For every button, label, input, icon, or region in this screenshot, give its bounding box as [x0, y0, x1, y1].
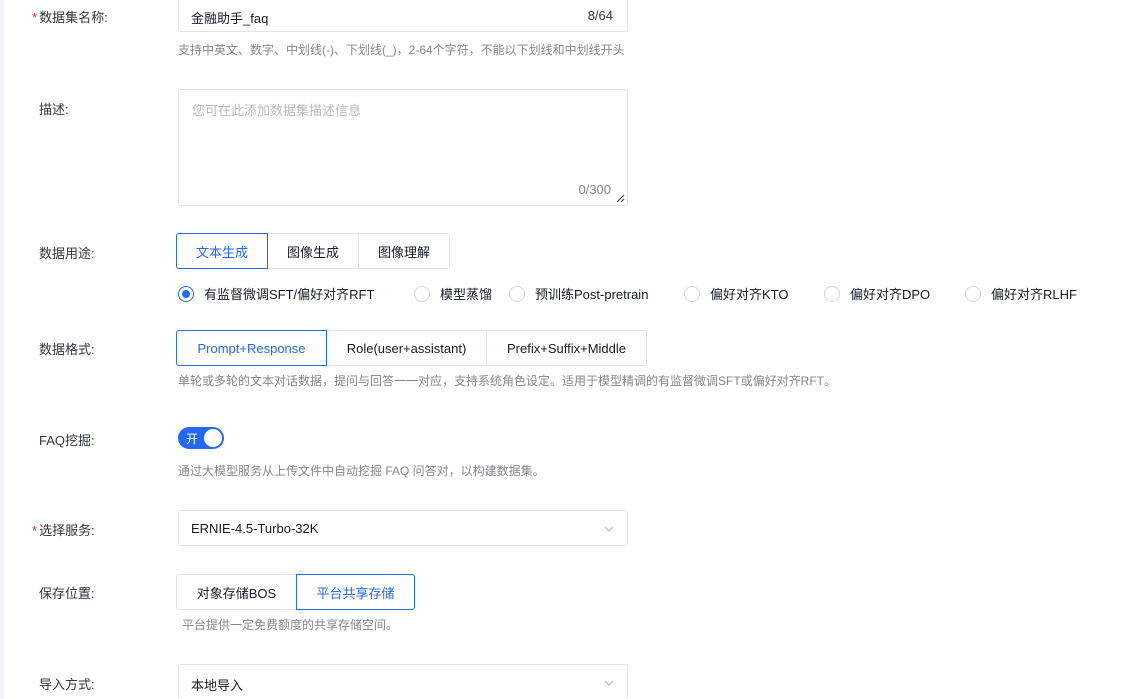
radio-label: 偏好对齐RLHF — [991, 287, 1077, 302]
description-label: 描述: — [39, 102, 69, 117]
format-label: 数据格式: — [39, 342, 95, 357]
dataset-name-char-count: 8/64 — [587, 8, 613, 23]
dataset-name-hint: 支持中英文、数字、中划线(-)、下划线(_)，2-64个字符，不能以下划线和中划… — [178, 43, 625, 57]
usage-label: 数据用途: — [39, 246, 95, 261]
dataset-name-label-text: 数据集名称: — [39, 10, 108, 25]
format-tabs: Prompt+Response Role(user+assistant) Pre… — [176, 330, 647, 366]
radio-sft-rft[interactable]: 有监督微调SFT/偏好对齐RFT — [178, 284, 414, 303]
radio-circle-checked — [178, 285, 194, 302]
usage-radio-group: 有监督微调SFT/偏好对齐RFT 模型蒸馏 预训练Post-pretrain 偏… — [178, 284, 1077, 303]
faq-switch-text: 开 — [186, 432, 199, 446]
usage-tabs: 文本生成 图像生成 图像理解 — [176, 233, 450, 269]
radio-distillation[interactable]: 模型蒸馏 — [414, 284, 509, 303]
required-mark: * — [32, 10, 38, 25]
usage-tab-image-understanding[interactable]: 图像理解 — [358, 233, 450, 269]
radio-label: 预训练Post-pretrain — [535, 287, 649, 302]
storage-tab-platform-shared[interactable]: 平台共享存储 — [296, 574, 415, 610]
storage-tabs: 对象存储BOS 平台共享存储 — [176, 574, 415, 610]
dataset-name-input[interactable]: 金融助手_faq 8/64 — [178, 0, 628, 32]
format-tab-prefix-suffix-middle[interactable]: Prefix+Suffix+Middle — [486, 330, 647, 366]
chevron-down-icon — [604, 526, 614, 532]
radio-label: 偏好对齐DPO — [850, 287, 931, 302]
dataset-name-value: 金融助手_faq — [191, 11, 269, 26]
description-char-count: 0/300 — [578, 182, 611, 197]
import-method-select[interactable]: 本地导入 — [178, 664, 628, 699]
format-tab-prompt-response[interactable]: Prompt+Response — [176, 330, 327, 366]
radio-circle — [414, 285, 430, 302]
faq-label: FAQ挖掘: — [39, 433, 95, 448]
service-select[interactable]: ERNIE-4.5-Turbo-32K — [178, 510, 628, 546]
radio-rlhf[interactable]: 偏好对齐RLHF — [965, 284, 1077, 303]
radio-label: 模型蒸馏 — [440, 287, 493, 302]
import-label: 导入方式: — [39, 677, 95, 692]
format-hint: 单轮或多轮的文本对话数据，提问与回答一一对应，支持系统角色设定。适用于模型精调的… — [178, 374, 836, 388]
usage-tab-image-generation[interactable]: 图像生成 — [267, 233, 359, 269]
radio-circle — [824, 285, 840, 302]
service-label: * 选择服务: — [32, 520, 95, 539]
description-textarea[interactable]: 您可在此添加数据集描述信息 0/300 — [178, 89, 628, 206]
radio-circle — [965, 285, 981, 302]
radio-dpo[interactable]: 偏好对齐DPO — [824, 284, 965, 303]
faq-hint: 通过大模型服务从上传文件中自动挖掘 FAQ 问答对，以构建数据集。 — [178, 464, 545, 478]
storage-tab-bos[interactable]: 对象存储BOS — [176, 574, 297, 610]
storage-hint: 平台提供一定免费额度的共享存储空间。 — [182, 618, 399, 632]
import-selected-value: 本地导入 — [191, 678, 244, 693]
faq-switch[interactable]: 开 — [178, 427, 224, 449]
form-panel: * 数据集名称: 金融助手_faq 8/64 支持中英文、数字、中划线(-)、下划… — [4, 0, 1132, 699]
switch-knob — [204, 429, 222, 447]
radio-post-pretrain[interactable]: 预训练Post-pretrain — [509, 284, 684, 303]
service-selected-value: ERNIE-4.5-Turbo-32K — [191, 521, 319, 536]
radio-circle — [509, 285, 525, 302]
required-mark: * — [32, 523, 38, 538]
service-label-text: 选择服务: — [39, 523, 95, 538]
radio-label: 偏好对齐KTO — [710, 287, 789, 302]
usage-tab-text-generation[interactable]: 文本生成 — [176, 233, 268, 269]
radio-label: 有监督微调SFT/偏好对齐RFT — [204, 287, 375, 302]
resize-handle-icon[interactable] — [615, 193, 625, 203]
format-tab-role[interactable]: Role(user+assistant) — [326, 330, 487, 366]
radio-circle — [684, 285, 700, 302]
dataset-name-label: * 数据集名称: — [32, 7, 108, 26]
radio-kto[interactable]: 偏好对齐KTO — [684, 284, 824, 303]
chevron-down-icon — [604, 680, 614, 686]
description-placeholder: 您可在此添加数据集描述信息 — [192, 103, 362, 118]
storage-label: 保存位置: — [39, 586, 95, 601]
